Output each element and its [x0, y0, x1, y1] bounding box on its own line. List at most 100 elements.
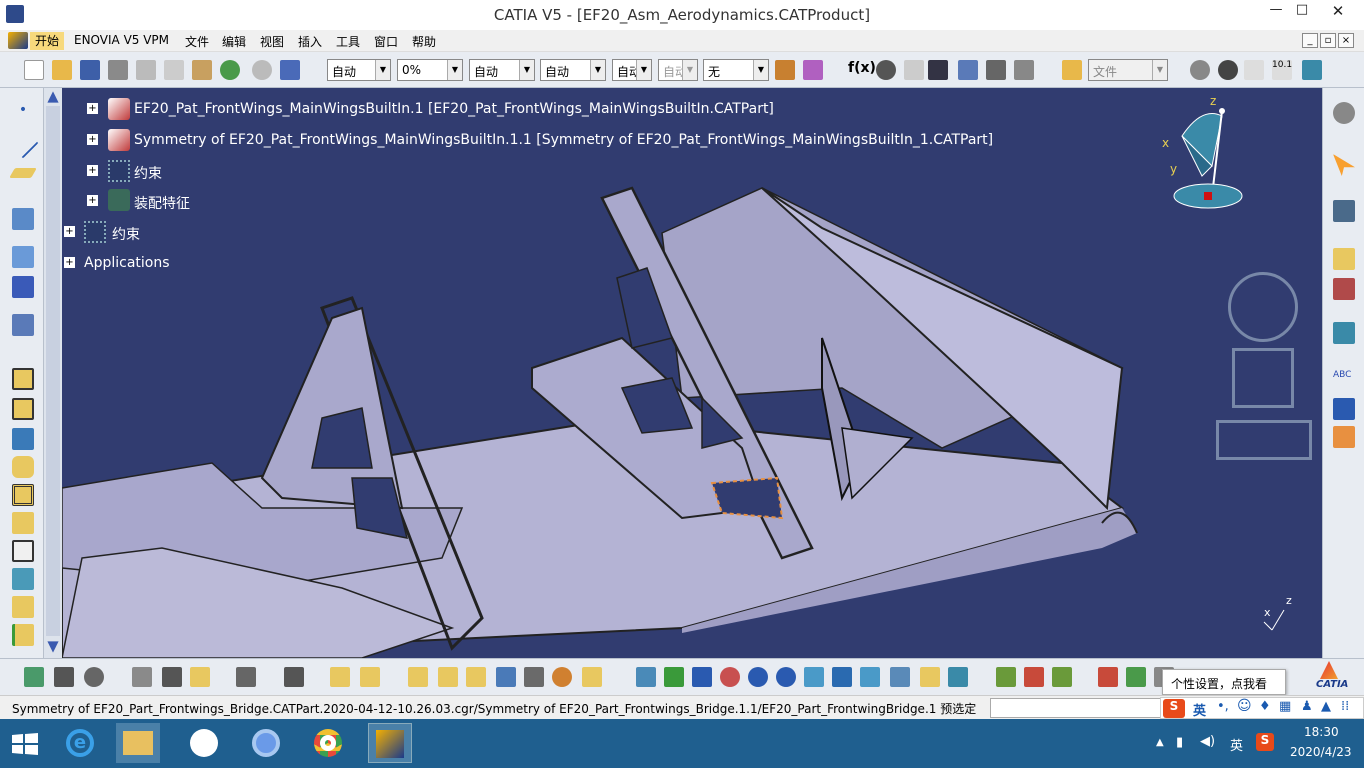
slot-icon[interactable] — [12, 540, 34, 562]
box-icon[interactable] — [438, 667, 458, 687]
gears-icon[interactable] — [54, 667, 74, 687]
scroll-thumb[interactable] — [46, 106, 60, 636]
analysis-icon[interactable] — [1333, 426, 1355, 448]
line-thickness-combo[interactable]: 自动 ▼ — [469, 59, 535, 81]
paste-icon[interactable] — [192, 60, 212, 80]
windows-start-icon[interactable] — [12, 733, 38, 755]
sogou-tray-icon[interactable]: S — [1256, 733, 1274, 751]
grid-menu-icon[interactable]: ⁞⁞ — [1341, 699, 1349, 714]
material-icon[interactable] — [996, 667, 1016, 687]
solid-icon[interactable] — [12, 568, 34, 590]
ime-lang-toggle[interactable]: 英 — [1193, 700, 1206, 719]
fit-all-icon[interactable] — [664, 667, 684, 687]
save-icon[interactable] — [80, 60, 100, 80]
hide-show-icon[interactable] — [920, 667, 940, 687]
clock-date[interactable]: 2020/4/23 — [1290, 745, 1352, 759]
tree-expand-toggle[interactable]: + — [87, 195, 98, 206]
menu-window[interactable]: 窗口 — [374, 33, 398, 50]
flag-icon[interactable] — [1333, 398, 1355, 420]
rotate-icon[interactable] — [1218, 60, 1238, 80]
tree-expand-toggle[interactable]: + — [87, 165, 98, 176]
binary-icon[interactable]: 10.1 — [1272, 60, 1292, 80]
file-combo[interactable]: 文件 ▼ — [1088, 59, 1168, 81]
grid-icon[interactable] — [12, 276, 34, 298]
line-type-combo[interactable]: 自动 ▼ — [540, 59, 606, 81]
formula-icon[interactable]: f(x) — [848, 60, 876, 80]
new-file-icon[interactable] — [24, 60, 44, 80]
menu-view[interactable]: 视图 — [260, 33, 284, 50]
map-icon[interactable] — [1126, 667, 1146, 687]
3d-viewport[interactable]: + EF20_Pat_FrontWings_MainWingsBuiltIn.1… — [62, 88, 1322, 658]
normal-view-icon[interactable] — [804, 667, 824, 687]
tree-expand-toggle[interactable]: + — [64, 257, 75, 268]
properties-icon[interactable] — [803, 60, 823, 80]
folder-icon[interactable] — [1062, 60, 1082, 80]
sogou-icon[interactable]: S — [1163, 699, 1185, 718]
knowledge-icon[interactable] — [904, 60, 924, 80]
user-icon[interactable]: ♟ — [1301, 699, 1313, 714]
target-icon[interactable] — [552, 667, 572, 687]
whats-this-icon[interactable] — [280, 60, 300, 80]
distance-icon[interactable] — [132, 667, 152, 687]
shading-icon[interactable] — [890, 667, 910, 687]
chevron-down-icon[interactable]: ▼ — [682, 60, 697, 80]
app-dots-icon[interactable] — [182, 723, 226, 763]
constraint-icon[interactable] — [12, 208, 34, 230]
tray-expand-icon[interactable]: ▲ — [1156, 737, 1164, 748]
iso-view-icon[interactable] — [860, 667, 880, 687]
material-library-icon[interactable] — [1052, 667, 1072, 687]
chromium-icon[interactable] — [244, 723, 288, 763]
tree-expand-toggle[interactable]: + — [64, 226, 75, 237]
tray-ime-lang[interactable]: 英 — [1230, 735, 1243, 754]
swap-visible-icon[interactable] — [948, 667, 968, 687]
scroll-down-icon[interactable] — [47, 641, 59, 653]
chevron-down-icon[interactable]: ▼ — [1152, 60, 1167, 80]
groove-icon[interactable] — [12, 484, 34, 506]
apply-material-icon[interactable] — [1024, 667, 1044, 687]
emoji-icon[interactable]: ☺ — [1237, 698, 1252, 714]
measure-icon[interactable] — [1333, 278, 1355, 300]
close-button[interactable]: ✕ — [1318, 2, 1358, 24]
sketch-icon[interactable] — [1333, 200, 1355, 222]
doc-close-button[interactable]: × — [1338, 33, 1354, 48]
flag-note-icon[interactable] — [1098, 667, 1118, 687]
line-icon[interactable] — [7, 127, 39, 159]
microphone-icon[interactable]: ♦ — [1259, 699, 1271, 714]
compass-widget[interactable]: z x y — [1162, 94, 1252, 216]
tree-item-constraints[interactable]: 约束 — [134, 163, 162, 183]
render-style-combo[interactable]: 自动 ▼ — [658, 59, 698, 81]
fly-mode-icon[interactable] — [636, 667, 656, 687]
tree-item-assembly-features[interactable]: 装配特征 — [134, 193, 190, 213]
tree-expand-toggle[interactable]: + — [87, 134, 98, 145]
copy-icon[interactable] — [164, 60, 184, 80]
part-body-icon[interactable] — [408, 667, 428, 687]
color-combo[interactable]: 自动 ▼ — [327, 59, 391, 81]
section-icon[interactable] — [1333, 322, 1355, 344]
menu-file[interactable]: 文件 — [185, 33, 209, 50]
redo-icon[interactable] — [252, 60, 272, 80]
undo-icon[interactable] — [220, 60, 240, 80]
menu-enovia[interactable]: ENOVIA V5 VPM — [74, 33, 169, 47]
scene-icon[interactable] — [236, 667, 256, 687]
fix-icon[interactable] — [496, 667, 516, 687]
annotation-icon[interactable]: ABC — [1333, 370, 1355, 392]
database-icon[interactable] — [1302, 60, 1322, 80]
tree-item-symmetry-wings[interactable]: Symmetry of EF20_Pat_FrontWings_MainWing… — [134, 132, 993, 148]
menu-tools[interactable]: 工具 — [336, 33, 360, 50]
cut-icon[interactable] — [136, 60, 156, 80]
lock-icon[interactable] — [986, 60, 1006, 80]
shirt-icon[interactable]: ▲ — [1321, 699, 1331, 714]
point-symbol-combo[interactable]: 自动 ▼ — [612, 59, 652, 81]
zoom-view-widget[interactable] — [1216, 420, 1312, 460]
refresh-icon[interactable] — [1190, 60, 1210, 80]
gear-icon[interactable] — [1333, 102, 1355, 124]
table-icon[interactable] — [928, 60, 948, 80]
snap-icon[interactable] — [12, 314, 34, 336]
zoom-in-icon[interactable] — [748, 667, 768, 687]
ime-toolbar[interactable]: S 英 •, ☺ ♦ ▦ ♟ ▲ ⁞⁞ — [1160, 697, 1364, 719]
coincidence-icon[interactable] — [524, 667, 544, 687]
layers-icon[interactable] — [1333, 248, 1355, 270]
camera-icon[interactable] — [284, 667, 304, 687]
tree-item-applications[interactable]: Applications — [84, 255, 170, 271]
menu-insert[interactable]: 插入 — [298, 33, 322, 50]
